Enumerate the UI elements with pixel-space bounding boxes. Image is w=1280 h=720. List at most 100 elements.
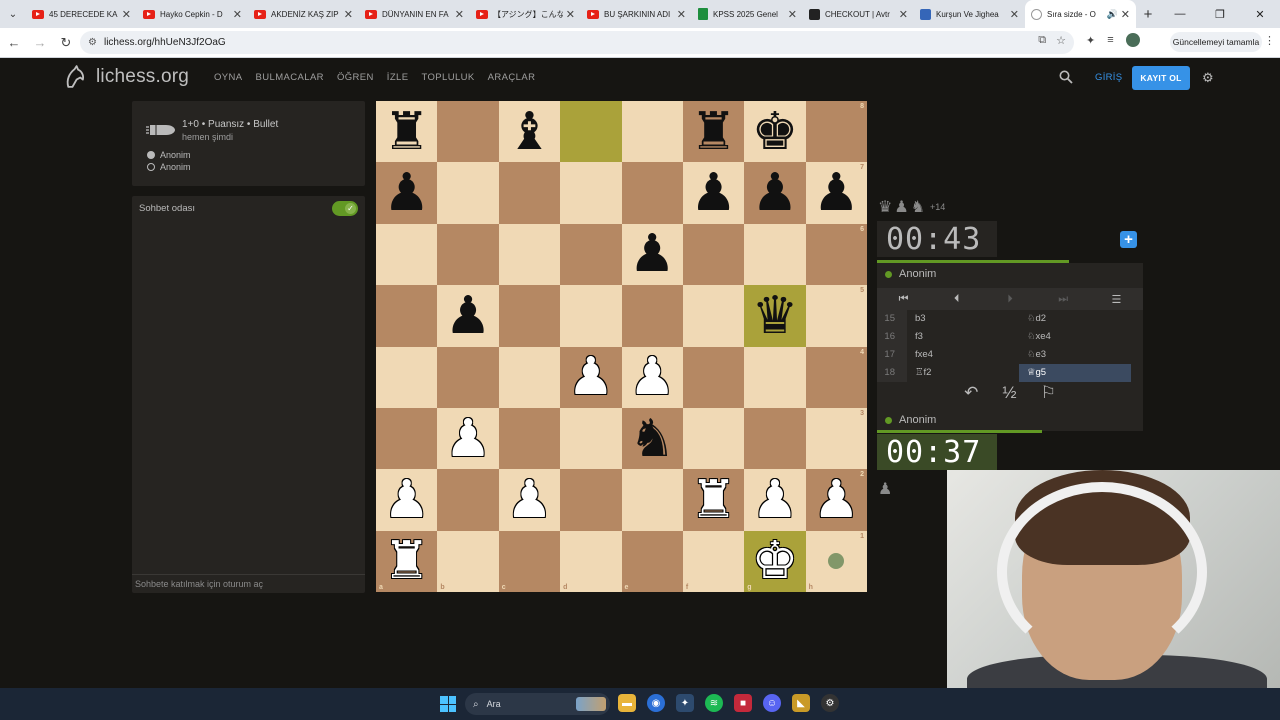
login-link[interactable]: GİRİŞ	[1095, 72, 1122, 83]
square-c3[interactable]	[498, 407, 561, 470]
chat-toggle[interactable]: ✓	[332, 201, 358, 216]
white-pawn-icon[interactable]: ♟	[752, 474, 799, 526]
square-g7[interactable]: ♟	[744, 162, 806, 224]
close-tab-icon[interactable]: ✕	[566, 8, 575, 21]
close-tab-icon[interactable]: ✕	[344, 8, 353, 21]
discord-icon[interactable]: ☺	[763, 694, 781, 712]
close-tab-icon[interactable]: ✕	[899, 8, 908, 21]
square-g8[interactable]: ♚	[744, 101, 806, 163]
browser-tab[interactable]: CHECKOUT | Avtr ✕	[803, 0, 914, 28]
square-c1[interactable]: c	[498, 530, 561, 592]
square-f3[interactable]	[682, 407, 745, 470]
browser-tab[interactable]: 【アジング】こんな小✕	[470, 0, 581, 28]
black-king-icon[interactable]: ♚	[752, 106, 799, 158]
record-app-icon[interactable]: ■	[734, 694, 752, 712]
square-h1[interactable]: 1h	[805, 530, 867, 592]
square-c6[interactable]	[498, 223, 561, 286]
square-b4[interactable]	[437, 346, 499, 408]
square-a2[interactable]: ♟	[376, 469, 438, 531]
browser-tab[interactable]: Kurşun Ve Jighea ✕	[914, 0, 1025, 28]
close-tab-icon[interactable]: ✕	[455, 8, 464, 21]
close-tab-icon[interactable]: ✕	[677, 8, 686, 21]
square-c7[interactable]	[498, 162, 561, 224]
browser-menu-icon[interactable]: ⋮	[1264, 34, 1275, 47]
square-g5[interactable]: ♛	[744, 285, 806, 347]
square-d4[interactable]: ♟	[560, 346, 622, 408]
minimize-icon[interactable]: —	[1160, 0, 1200, 28]
square-c4[interactable]	[498, 346, 561, 408]
square-f5[interactable]	[682, 285, 745, 347]
white-pawn-icon[interactable]: ♟	[506, 474, 553, 526]
square-d2[interactable]	[560, 469, 622, 531]
bottom-player-row[interactable]: Anonim	[877, 409, 1143, 431]
square-b5[interactable]: ♟	[437, 285, 499, 347]
first-move-icon[interactable]: ⏮	[877, 293, 930, 306]
square-c5[interactable]	[498, 285, 561, 347]
square-f1[interactable]: f	[682, 530, 745, 592]
top-player-row[interactable]: Anonim	[877, 263, 1143, 285]
browser-tab[interactable]: KPSS 2025 Genel ✕	[692, 0, 803, 28]
square-b3[interactable]: ♟	[437, 407, 499, 470]
white-king-icon[interactable]: ♚	[752, 535, 799, 587]
white-pawn-icon[interactable]: ♟	[629, 351, 676, 403]
square-g3[interactable]	[744, 407, 806, 470]
close-tab-icon[interactable]: ✕	[1121, 8, 1130, 21]
square-h7[interactable]: ♟ 7	[805, 162, 867, 224]
bookmark-star-icon[interactable]: ☆	[1056, 34, 1066, 47]
black-knight-icon[interactable]: ♞	[629, 413, 676, 465]
square-a5[interactable]	[376, 285, 438, 347]
nav-item[interactable]: TOPLULUK	[421, 72, 474, 83]
lichess-logo[interactable]: lichess.org	[61, 64, 189, 90]
nav-item[interactable]: ARAÇLAR	[488, 72, 536, 83]
square-a1[interactable]: ♜ a	[376, 530, 438, 592]
square-h6[interactable]: 6	[805, 223, 867, 286]
install-app-icon[interactable]: ⧉	[1038, 34, 1046, 47]
taskbar-search[interactable]: ⌕ Ara	[465, 693, 610, 715]
close-tab-icon[interactable]: ✕	[788, 8, 797, 21]
profile-avatar[interactable]	[1125, 33, 1140, 47]
black-pawn-icon[interactable]: ♟	[813, 167, 860, 219]
takeback-icon[interactable]: ↶	[964, 383, 978, 403]
square-b8[interactable]	[437, 101, 499, 163]
nav-item[interactable]: İZLE	[387, 72, 409, 83]
square-b7[interactable]	[437, 162, 499, 224]
square-h4[interactable]: 4	[805, 346, 867, 408]
chat-input[interactable]: Sohbete katılmak için oturum aç	[132, 574, 365, 593]
file-explorer-icon[interactable]: ▬	[618, 694, 636, 712]
game-launcher-icon[interactable]: ◣	[792, 694, 810, 712]
settings-gear-icon[interactable]: ⚙	[1202, 70, 1214, 86]
tab-search-chevron-icon[interactable]: ⌄	[0, 0, 26, 28]
square-e1[interactable]: e	[621, 530, 683, 592]
search-icon[interactable]	[1059, 70, 1073, 84]
square-d8[interactable]	[560, 101, 622, 163]
square-d5[interactable]	[560, 285, 622, 347]
white-move[interactable]: fxe4	[907, 346, 1019, 364]
square-e5[interactable]	[621, 285, 683, 347]
black-move[interactable]: ♘e3	[1019, 346, 1131, 364]
close-tab-icon[interactable]: ✕	[122, 8, 131, 21]
network-app-icon[interactable]: ✦	[676, 694, 694, 712]
spotify-icon[interactable]: ≋	[705, 694, 723, 712]
site-info-icon[interactable]: ⚙	[88, 37, 97, 48]
chess-board[interactable]: ♜ ♝ ♜ ♚ 8 ♟ ♟ ♟ ♟ 7 ♟ 6 ♟ ♛ 5 ♟ ♟ 4 ♟ ♞ 3 ♟ ♟ ♜ ♟ ♟ 2 ♜ a b c d e f ♚ g 1 h	[376, 101, 867, 592]
black-move[interactable]: ♕g5	[1019, 364, 1131, 382]
browser-tab[interactable]: DÜNYANIN EN FA ✕	[359, 0, 470, 28]
white-move[interactable]: b3	[907, 310, 1019, 328]
prev-move-icon[interactable]: ⏴	[930, 293, 983, 306]
square-f7[interactable]: ♟	[682, 162, 745, 224]
square-g1[interactable]: ♚ g	[744, 530, 806, 592]
black-pawn-icon[interactable]: ♟	[383, 167, 430, 219]
reload-icon[interactable]: ↻	[54, 31, 78, 55]
extensions-icon[interactable]: ✦	[1086, 34, 1095, 47]
maximize-icon[interactable]: ❐	[1200, 0, 1240, 28]
square-e2[interactable]	[621, 469, 683, 531]
white-move[interactable]: ♖f2	[907, 364, 1019, 382]
update-browser-button[interactable]: Güncellemeyi tamamla	[1170, 32, 1262, 52]
resign-flag-icon[interactable]: ⚐	[1041, 383, 1056, 403]
white-pawn-icon[interactable]: ♟	[445, 413, 492, 465]
nav-item[interactable]: BULMACALAR	[256, 72, 324, 83]
white-move[interactable]: f3	[907, 328, 1019, 346]
black-player[interactable]: Anonim	[147, 162, 191, 172]
square-e7[interactable]	[621, 162, 683, 224]
square-f2[interactable]: ♜	[682, 469, 745, 531]
